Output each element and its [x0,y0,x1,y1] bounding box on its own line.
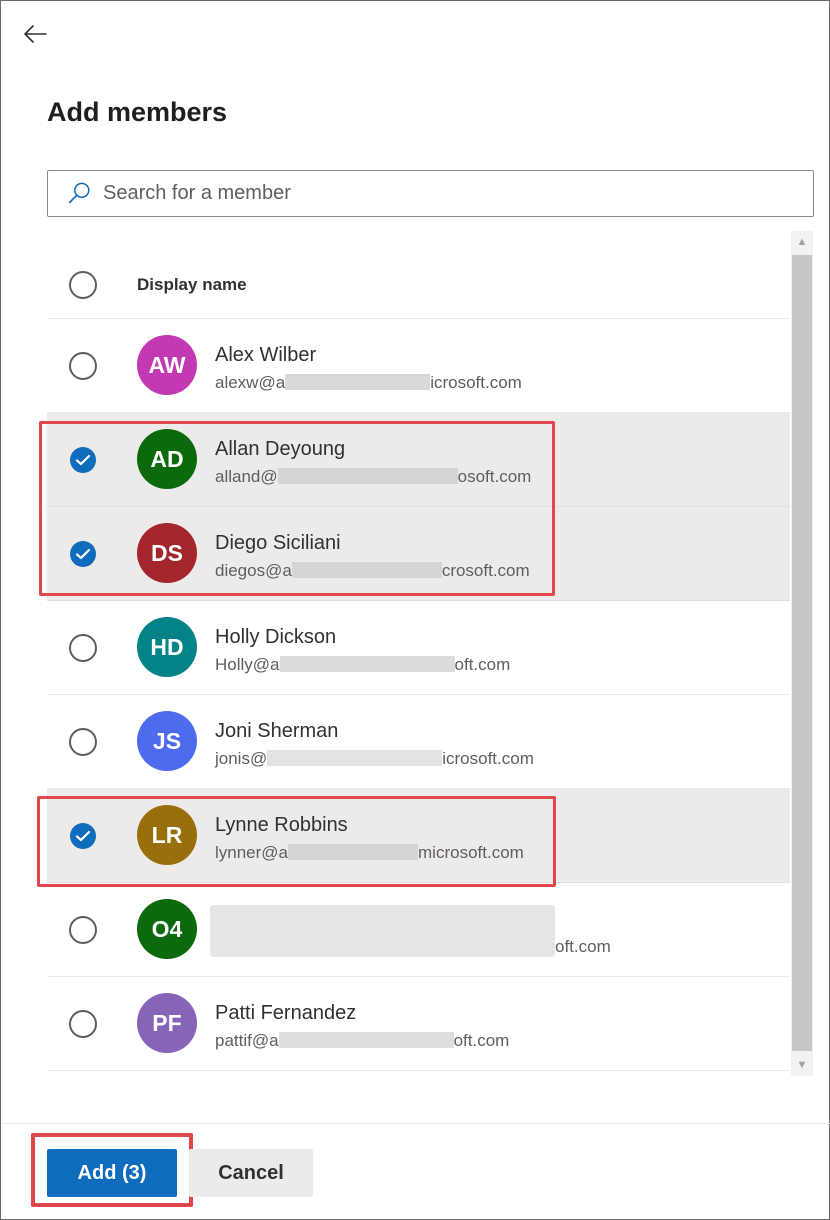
checkmark-icon [75,830,91,842]
scroll-down-arrow-icon[interactable]: ▼ [791,1054,813,1076]
checkmark-icon [75,548,91,560]
avatar: AW [137,335,197,395]
add-members-panel: Add members Display name AW Alex Wilber … [0,0,830,1220]
member-row[interactable]: JS Joni Sherman jonis@ icrosoft.com [47,695,790,789]
member-row[interactable]: PF Patti Fernandez pattif@a oft.com [47,977,790,1071]
avatar: AD [137,429,197,489]
scroll-up-arrow-icon[interactable]: ▲ [791,231,813,253]
search-box[interactable] [47,170,814,217]
cancel-button[interactable]: Cancel [189,1149,313,1197]
avatar: JS [137,711,197,771]
member-email: lynner@a microsoft.com [215,843,524,862]
search-icon [65,180,93,208]
select-all-checkbox[interactable] [69,271,97,299]
member-name: Diego Siciliani [215,532,341,554]
row-checkbox[interactable] [69,916,97,944]
member-row[interactable]: O4 oft.com [47,883,790,977]
column-header-display-name: Display name [137,275,247,294]
checkmark-icon [75,454,91,466]
redacted-name [210,905,555,957]
member-row[interactable]: AW Alex Wilber alexw@a icrosoft.com [47,319,790,413]
member-email: oft.com [555,937,611,956]
arrow-left-icon [24,25,47,43]
row-checkbox[interactable] [69,1010,97,1038]
row-checkbox[interactable] [69,634,97,662]
panel-title: Add members [47,97,228,127]
member-name: Allan Deyoung [215,438,346,460]
add-button[interactable]: Add (3) [47,1149,177,1197]
back-button[interactable] [19,19,51,49]
member-email: jonis@ icrosoft.com [215,749,534,768]
row-checkbox[interactable] [69,728,97,756]
avatar: PF [137,993,197,1053]
member-email: pattif@a oft.com [215,1031,510,1050]
avatar: HD [137,617,197,677]
search-input[interactable] [103,182,783,205]
list-scrollbar[interactable]: ▲ ▼ [791,231,813,1076]
member-name: Lynne Robbins [215,814,348,836]
member-email: diegos@a crosoft.com [215,561,530,580]
member-name: Joni Sherman [215,720,339,742]
member-email: Holly@a oft.com [215,655,511,674]
list-header: Display name [47,226,790,319]
member-name: Alex Wilber [215,344,317,366]
member-row[interactable]: LR Lynne Robbins lynner@a microsoft.com [47,789,790,883]
member-name: Patti Fernandez [215,1002,357,1024]
avatar: DS [137,523,197,583]
row-checkbox[interactable] [69,352,97,380]
row-checkbox[interactable] [70,823,96,849]
footer-divider [2,1123,830,1124]
member-row[interactable]: DS Diego Siciliani diegos@a crosoft.com [47,507,790,601]
member-email: alland@ osoft.com [215,467,532,486]
member-email: alexw@a icrosoft.com [215,373,522,392]
row-checkbox[interactable] [70,541,96,567]
member-row[interactable]: HD Holly Dickson Holly@a oft.com [47,601,790,695]
scroll-thumb[interactable] [792,255,812,1051]
member-name: Holly Dickson [215,626,337,648]
member-row[interactable]: AD Allan Deyoung alland@ osoft.com [47,413,790,507]
avatar: LR [137,805,197,865]
row-checkbox[interactable] [70,447,96,473]
avatar: O4 [137,899,197,959]
members-list: Display name AW Alex Wilber alexw@a icros… [47,226,790,1076]
